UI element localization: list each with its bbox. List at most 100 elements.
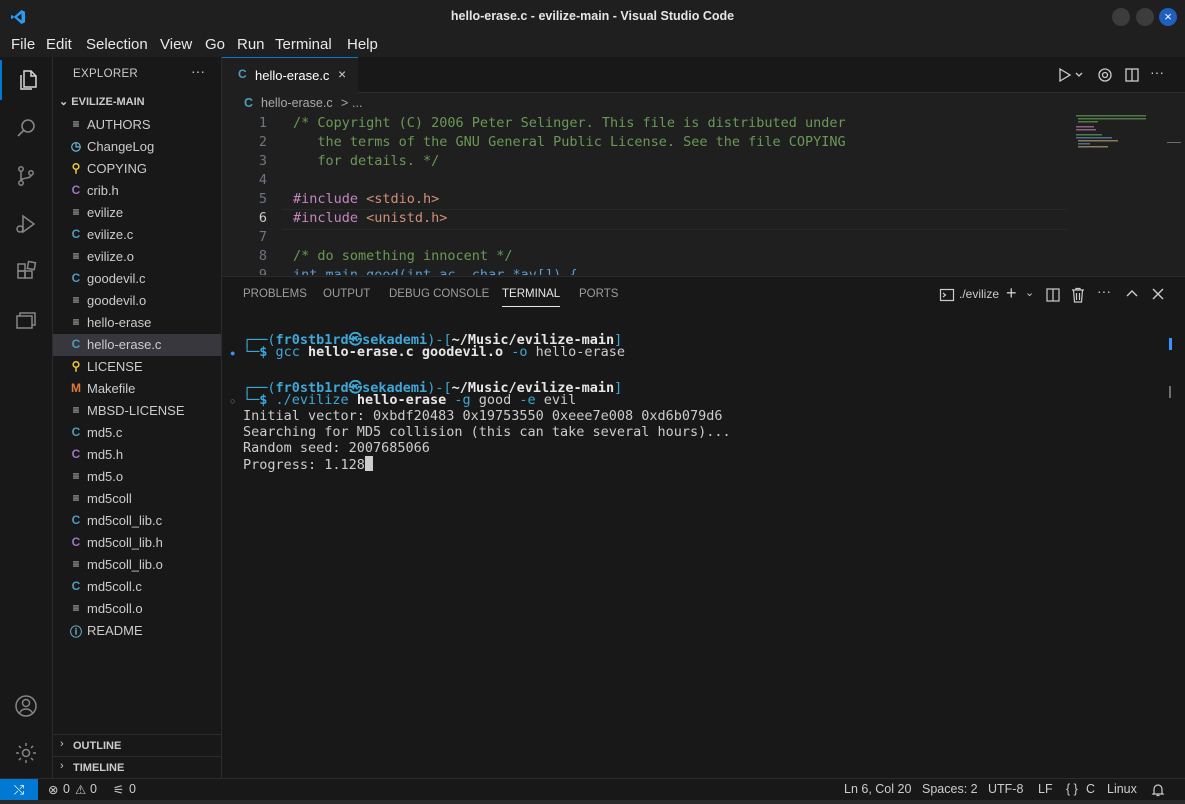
file-item[interactable]: ≡ md5.o bbox=[53, 466, 221, 488]
breadcrumb-file[interactable]: hello-erase.c bbox=[261, 96, 333, 110]
tab-debug-console[interactable]: DEBUG CONSOLE bbox=[389, 288, 489, 300]
file-item[interactable]: ≡ evilize bbox=[53, 202, 221, 224]
tab-hello-erase[interactable]: C hello-erase.c × bbox=[222, 57, 358, 93]
accounts-activity-button[interactable] bbox=[0, 686, 52, 726]
file-item[interactable]: Cmd5coll_lib.c bbox=[53, 510, 221, 532]
close-tab-icon[interactable]: × bbox=[338, 66, 346, 82]
run-file-icon[interactable] bbox=[1058, 67, 1086, 83]
file-item[interactable]: ≡ evilize.o bbox=[53, 246, 221, 268]
menu-view[interactable]: View bbox=[160, 36, 192, 53]
trash-icon[interactable] bbox=[1071, 287, 1085, 303]
more-actions-icon[interactable]: ··· bbox=[191, 63, 205, 79]
minimap[interactable] bbox=[1072, 115, 1152, 155]
error-count[interactable]: 0 bbox=[63, 782, 70, 796]
code-editor[interactable]: 1 2 3 4 5 6 7 8 9 /* Copyright (C) 2006 … bbox=[222, 115, 1185, 275]
scrollbar-indicator[interactable] bbox=[1167, 142, 1181, 143]
tab-ports[interactable]: PORTS bbox=[579, 288, 618, 300]
split-terminal-icon[interactable] bbox=[1045, 287, 1061, 303]
os-indicator[interactable]: Linux bbox=[1107, 782, 1137, 796]
minimize-button[interactable] bbox=[1112, 8, 1130, 26]
line-number: 7 bbox=[258, 229, 267, 245]
end-of-line[interactable]: LF bbox=[1038, 782, 1053, 796]
more-actions-icon[interactable]: ··· bbox=[1097, 283, 1111, 299]
explorer-activity-button[interactable] bbox=[0, 60, 54, 100]
menu-edit[interactable]: Edit bbox=[46, 36, 72, 53]
menu-run[interactable]: Run bbox=[237, 36, 265, 53]
maximize-panel-icon[interactable] bbox=[1125, 287, 1139, 301]
ports-icon[interactable]: ⚟ bbox=[113, 782, 124, 797]
file-item[interactable]: ⚲ LICENSE bbox=[53, 356, 221, 378]
file-item[interactable]: ≡ hello-erase bbox=[53, 312, 221, 334]
folder-name: EVILIZE-MAIN bbox=[71, 96, 145, 108]
file-name: ChangeLog bbox=[87, 139, 155, 154]
outline-section[interactable]: › OUTLINE bbox=[53, 734, 221, 757]
file-item[interactable]: ≡ AUTHORS bbox=[53, 114, 221, 136]
cursor-position[interactable]: Ln 6, Col 20 bbox=[844, 782, 911, 796]
file-item[interactable]: Cmd5.c bbox=[53, 422, 221, 444]
close-window-button[interactable]: × bbox=[1159, 8, 1177, 26]
menu-terminal[interactable]: Terminal bbox=[275, 36, 332, 53]
source-control-activity-button[interactable] bbox=[0, 156, 52, 196]
bell-icon[interactable] bbox=[1151, 783, 1165, 797]
bottom-panel: PROBLEMS OUTPUT DEBUG CONSOLE TERMINAL P… bbox=[222, 276, 1185, 779]
terminal-instance-name[interactable]: ./evilize bbox=[959, 287, 999, 301]
command-success-dot-icon[interactable]: ● bbox=[230, 348, 235, 358]
file-item[interactable]: ≡ md5coll_lib.o bbox=[53, 554, 221, 576]
command-running-dot-icon[interactable]: ○ bbox=[230, 396, 235, 406]
remote-indicator-icon[interactable]: ⤭ bbox=[0, 779, 38, 801]
run-debug-activity-button[interactable] bbox=[0, 204, 52, 244]
indentation[interactable]: Spaces: 2 bbox=[922, 782, 978, 796]
menu-go[interactable]: Go bbox=[205, 36, 225, 53]
terminal-scroll-marker bbox=[1169, 386, 1171, 398]
file-item[interactable]: ≡ md5coll bbox=[53, 488, 221, 510]
clock-icon: ◷ bbox=[70, 139, 82, 153]
warning-count[interactable]: 0 bbox=[90, 782, 97, 796]
tab-terminal[interactable]: TERMINAL bbox=[502, 288, 561, 307]
more-actions-icon[interactable]: ··· bbox=[1150, 64, 1164, 80]
file-item[interactable]: Cevilize.c bbox=[53, 224, 221, 246]
file-item[interactable]: Ccrib.h bbox=[53, 180, 221, 202]
chevron-right-icon: › bbox=[60, 760, 64, 772]
split-editor-icon[interactable] bbox=[1124, 67, 1140, 83]
file-item[interactable]: ≡ goodevil.o bbox=[53, 290, 221, 312]
menu-help[interactable]: Help bbox=[347, 36, 378, 53]
braces-icon[interactable]: { } bbox=[1066, 782, 1078, 796]
tab-problems[interactable]: PROBLEMS bbox=[243, 288, 307, 300]
menu-selection[interactable]: Selection bbox=[86, 36, 148, 53]
ports-count[interactable]: 0 bbox=[129, 782, 136, 796]
encoding[interactable]: UTF-8 bbox=[988, 782, 1023, 796]
language-mode[interactable]: C bbox=[1086, 782, 1095, 796]
settings-gear-icon[interactable] bbox=[1097, 67, 1113, 83]
status-bar: ⤭ ⊗ 0 ⚠ 0 ⚟ 0 Ln 6, Col 20 Spaces: 2 UTF… bbox=[0, 778, 1185, 801]
file-item[interactable]: Chello-erase.c bbox=[53, 334, 221, 356]
file-item[interactable]: Cmd5coll_lib.h bbox=[53, 532, 221, 554]
extensions-activity-button[interactable] bbox=[0, 252, 52, 292]
file-item[interactable]: ⓘ README bbox=[53, 620, 221, 642]
search-activity-button[interactable] bbox=[0, 108, 52, 148]
file-item[interactable]: ⚲ COPYING bbox=[53, 158, 221, 180]
file-item[interactable]: ≡ md5coll.o bbox=[53, 598, 221, 620]
file-item[interactable]: ◷ ChangeLog bbox=[53, 136, 221, 158]
file-item[interactable]: Cgoodevil.c bbox=[53, 268, 221, 290]
prompt-dollar: $ bbox=[259, 344, 276, 360]
folder-root[interactable]: ⌄ EVILIZE-MAIN bbox=[59, 95, 145, 108]
menu-file[interactable]: File bbox=[11, 36, 35, 53]
file-name: COPYING bbox=[87, 161, 147, 176]
new-terminal-icon[interactable]: + bbox=[1006, 283, 1017, 304]
maximize-button[interactable] bbox=[1136, 8, 1154, 26]
chevron-down-icon[interactable]: ⌄ bbox=[1025, 286, 1034, 299]
errors-icon[interactable]: ⊗ bbox=[48, 782, 58, 797]
manage-activity-button[interactable] bbox=[0, 733, 52, 773]
file-name: evilize.c bbox=[87, 227, 134, 242]
remote-explorer-activity-button[interactable] bbox=[0, 300, 52, 340]
breadcrumb-symbols[interactable]: ... bbox=[352, 96, 362, 110]
timeline-section[interactable]: › TIMELINE bbox=[53, 756, 221, 779]
warning-icon[interactable]: ⚠ bbox=[75, 782, 86, 797]
close-panel-icon[interactable] bbox=[1151, 287, 1165, 301]
file-item[interactable]: M Makefile bbox=[53, 378, 221, 400]
file-name: md5.h bbox=[87, 447, 124, 462]
tab-output[interactable]: OUTPUT bbox=[323, 288, 370, 300]
file-item[interactable]: Cmd5coll.c bbox=[53, 576, 221, 598]
file-item[interactable]: ≡ MBSD-LICENSE bbox=[53, 400, 221, 422]
file-item[interactable]: Cmd5.h bbox=[53, 444, 221, 466]
